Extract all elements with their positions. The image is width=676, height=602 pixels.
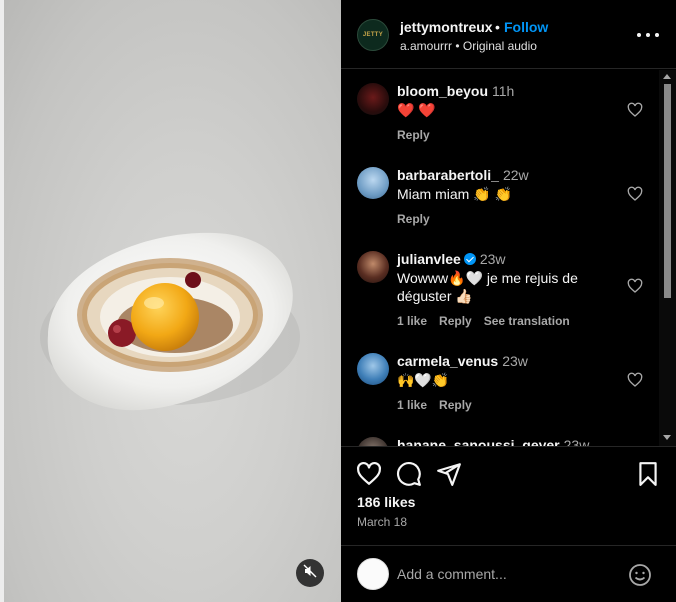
post-header: JETTY jettymontreux • Follow a.amourrr •… [341,0,676,69]
avatar[interactable] [357,353,389,385]
comment-text: 🙌🤍👏 [397,372,450,388]
comment-time: 23w [502,353,528,369]
mute-button[interactable] [296,559,324,587]
emoji-icon[interactable] [628,563,652,587]
comment-text: ❤️ ❤️ [397,102,436,118]
post-media[interactable] [0,0,341,602]
bookmark-icon[interactable] [635,461,661,487]
comment-username-text: carmela_venus [397,353,499,369]
more-options-icon[interactable] [637,26,659,44]
comment-actions: Reply [397,128,442,142]
post-action-bar [341,446,676,498]
media-edge [0,0,4,602]
comment-username-text: bloom_beyou [397,83,489,99]
follow-button[interactable]: Follow [504,19,548,35]
comment-username-text: hanane_sanoussi_geyer [397,437,560,446]
post-sidebar: JETTY jettymontreux • Follow a.amourrr •… [341,0,676,602]
share-icon[interactable] [436,461,462,487]
avatar[interactable] [357,558,389,590]
logo-text: JETTY [362,32,384,38]
comment-username[interactable]: julianvlee 23w [397,251,506,267]
comment-actions: 1 like Reply See translation [397,314,582,328]
comment-item: hanane_sanoussi_geyer 23w [357,424,657,446]
heart-icon[interactable] [627,102,643,118]
comment-icon[interactable] [396,461,422,487]
comment-text: Wowww🔥🤍 je me rejuis de déguster 👍🏻 [397,270,578,304]
reply-button[interactable]: Reply [397,128,430,142]
post-date: March 18 [357,515,408,529]
likes-count[interactable]: 186 likes [357,494,415,510]
comment-actions: Reply [397,212,442,226]
comment-time: 11h [492,83,515,99]
speaker-muted-icon [303,564,317,583]
comment-item: carmela_venus 23w 🙌🤍👏 1 like Reply [357,340,657,424]
avatar[interactable] [357,251,389,283]
comment-item: julianvlee 23w Wowww🔥🤍 je me rejuis de dé… [357,238,657,340]
scroll-up-icon[interactable] [663,74,671,79]
comment-username[interactable]: carmela_venus 23w [397,353,528,369]
comment-item: bloom_beyou 11h ❤️ ❤️ Reply [357,70,657,154]
comment-actions: 1 like Reply [397,398,484,412]
comment-input[interactable] [397,564,617,584]
comments-scrollbar[interactable] [659,70,676,446]
heart-icon[interactable] [356,461,382,487]
avatar[interactable] [357,83,389,115]
avatar[interactable] [357,437,389,446]
like-count-button[interactable]: 1 like [397,314,427,328]
heart-icon[interactable] [627,278,643,294]
verified-badge-icon [463,253,476,265]
comment-list[interactable]: bloom_beyou 11h ❤️ ❤️ Reply barbarabertol… [341,70,676,446]
reply-button[interactable]: Reply [439,314,472,328]
see-translation-button[interactable]: See translation [484,314,570,328]
heart-icon[interactable] [627,372,643,388]
scrollbar-thumb[interactable] [664,84,671,298]
comment-username[interactable]: barbarabertoli_ 22w [397,167,529,183]
comment-item: barbarabertoli_ 22w Miam miam 👏 👏 Reply [357,154,657,238]
reply-button[interactable]: Reply [397,212,430,226]
avatar[interactable] [357,167,389,199]
reply-button[interactable]: Reply [439,398,472,412]
comment-text: Miam miam 👏 👏 [397,186,512,202]
comment-time: 23w [563,437,590,446]
separator-dot: • [495,19,500,35]
comment-username-text: julianvlee [397,251,461,267]
like-count-button[interactable]: 1 like [397,398,427,412]
avatar[interactable]: JETTY [357,19,389,51]
add-comment-bar [341,545,676,602]
heart-icon[interactable] [627,186,643,202]
comment-username[interactable]: bloom_beyou 11h [397,83,514,99]
comment-time: 23w [479,251,506,267]
author-username[interactable]: jettymontreux [400,19,493,35]
comment-username[interactable]: hanane_sanoussi_geyer 23w [397,437,589,446]
scroll-down-icon[interactable] [663,435,671,440]
dessert-image [30,215,310,425]
comment-time: 22w [502,167,529,183]
comment-username-text: barbarabertoli_ [397,167,499,183]
audio-info[interactable]: a.amourrr • Original audio [400,39,537,53]
